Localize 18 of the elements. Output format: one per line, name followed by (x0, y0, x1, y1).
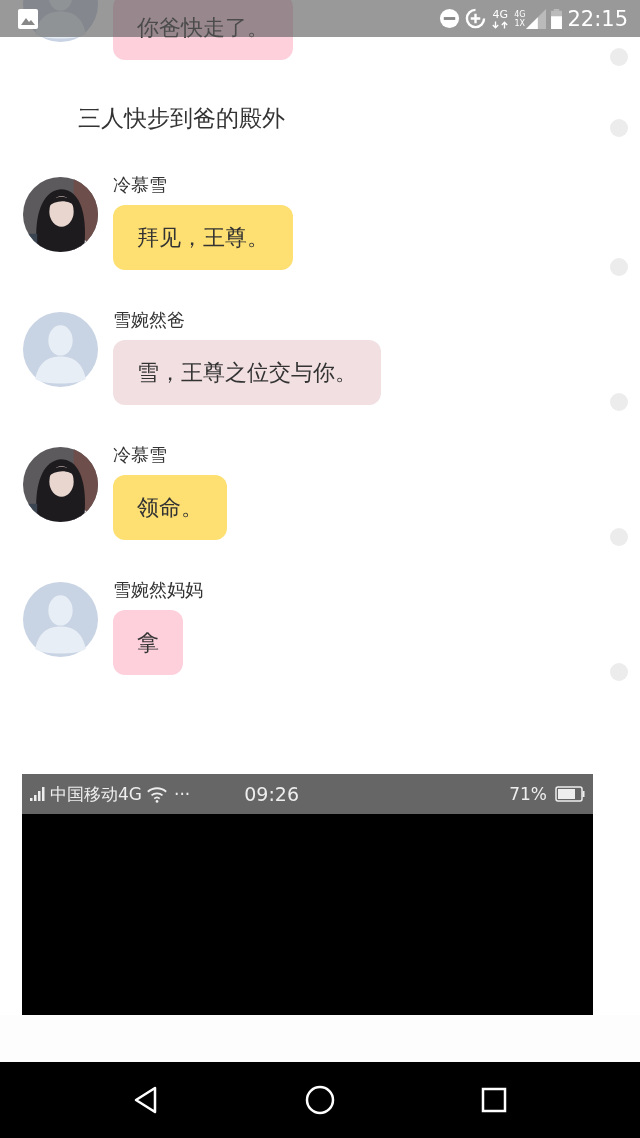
battery-text: 71% (509, 784, 547, 804)
message-bubble: 你爸快走了。 (113, 0, 293, 60)
sender-name: 雪婉然妈妈 (113, 578, 203, 602)
message-bubble: 领命。 (113, 475, 227, 540)
clock-text: 09:26 (244, 783, 299, 805)
network-text: 1X (514, 18, 526, 28)
more-text: ··· (174, 784, 191, 804)
sender-name: 雪婉然爸 (113, 308, 185, 332)
narration-text: 三人快步到爸的殿外 (78, 103, 285, 133)
sender-name: 冷慕雪 (113, 443, 167, 467)
sender-name: 冷慕雪 (113, 173, 167, 197)
message-bubble: 拿 (113, 610, 183, 675)
network-text: 4G (514, 9, 526, 19)
network-text: 4G (492, 8, 508, 21)
clock-text: 22:15 (567, 6, 628, 31)
carrier-text: 中国移动4G (50, 782, 142, 806)
message-bubble: 雪，王尊之位交与你。 (113, 340, 381, 405)
message-bubble: 拜见，王尊。 (113, 205, 293, 270)
